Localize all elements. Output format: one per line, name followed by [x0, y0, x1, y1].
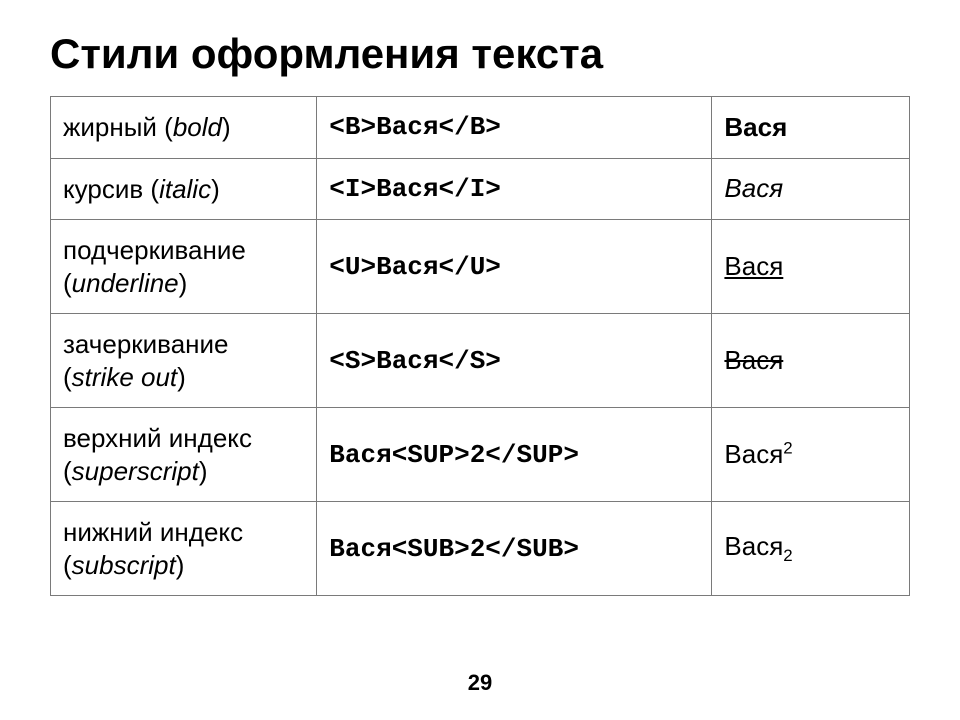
style-result: Вася2: [724, 531, 792, 561]
style-code-cell: <B>Вася</B>: [317, 97, 712, 159]
result-base: Вася: [724, 439, 783, 469]
style-name-ru: нижний индекс: [63, 517, 243, 547]
table-row: подчеркивание (underline) <U>Вася</U> Ва…: [51, 220, 910, 314]
result-base: Вася: [724, 251, 783, 281]
result-base: Вася: [724, 112, 787, 142]
style-result-cell: Вася2: [712, 408, 910, 502]
style-name-cell: жирный (bold): [51, 97, 317, 159]
style-result: Вася2: [724, 439, 792, 469]
style-name-en: underline: [72, 268, 179, 298]
result-base: Вася: [724, 345, 783, 375]
style-result-cell: Вася: [712, 97, 910, 159]
style-name-cell: верхний индекс (superscript): [51, 408, 317, 502]
style-code-cell: <U>Вася</U>: [317, 220, 712, 314]
slide-title: Стили оформления текста: [50, 30, 910, 78]
style-result-cell: Вася: [712, 314, 910, 408]
table-row: зачеркивание (strike out) <S>Вася</S> Ва…: [51, 314, 910, 408]
style-name-en: strike out: [72, 362, 178, 392]
style-code-cell: Вася<SUB>2</SUB>: [317, 502, 712, 596]
table-row: курсив (italic) <I>Вася</I> Вася: [51, 158, 910, 220]
style-result: Вася: [724, 251, 783, 281]
style-code-cell: <S>Вася</S>: [317, 314, 712, 408]
style-name-en: superscript: [72, 456, 199, 486]
style-name-en: italic: [159, 174, 211, 204]
style-name-ru: зачеркивание: [63, 329, 229, 359]
style-result: Вася: [724, 345, 783, 375]
style-name-cell: подчеркивание (underline): [51, 220, 317, 314]
style-result-cell: Вася: [712, 220, 910, 314]
style-result: Вася: [724, 112, 787, 142]
table-row: жирный (bold) <B>Вася</B> Вася: [51, 97, 910, 159]
style-name-cell: курсив (italic): [51, 158, 317, 220]
result-suffix: 2: [783, 546, 792, 565]
table-row: верхний индекс (superscript) Вася<SUP>2<…: [51, 408, 910, 502]
style-name-en: subscript: [72, 550, 176, 580]
style-name-ru: курсив: [63, 174, 143, 204]
page-number: 29: [0, 670, 960, 696]
style-result: Вася: [724, 173, 783, 203]
result-suffix: 2: [783, 439, 792, 458]
slide: Стили оформления текста жирный (bold) <B…: [0, 0, 960, 720]
result-base: Вася: [724, 173, 783, 203]
style-name-ru: жирный: [63, 112, 157, 142]
style-name-ru: верхний индекс: [63, 423, 252, 453]
styles-table: жирный (bold) <B>Вася</B> Вася курсив (i…: [50, 96, 910, 596]
style-code-cell: <I>Вася</I>: [317, 158, 712, 220]
style-name-cell: зачеркивание (strike out): [51, 314, 317, 408]
table-row: нижний индекс (subscript) Вася<SUB>2</SU…: [51, 502, 910, 596]
style-name-cell: нижний индекс (subscript): [51, 502, 317, 596]
style-result-cell: Вася: [712, 158, 910, 220]
style-name-en: bold: [173, 112, 222, 142]
style-result-cell: Вася2: [712, 502, 910, 596]
style-code-cell: Вася<SUP>2</SUP>: [317, 408, 712, 502]
style-name-ru: подчеркивание: [63, 235, 246, 265]
result-base: Вася: [724, 531, 783, 561]
